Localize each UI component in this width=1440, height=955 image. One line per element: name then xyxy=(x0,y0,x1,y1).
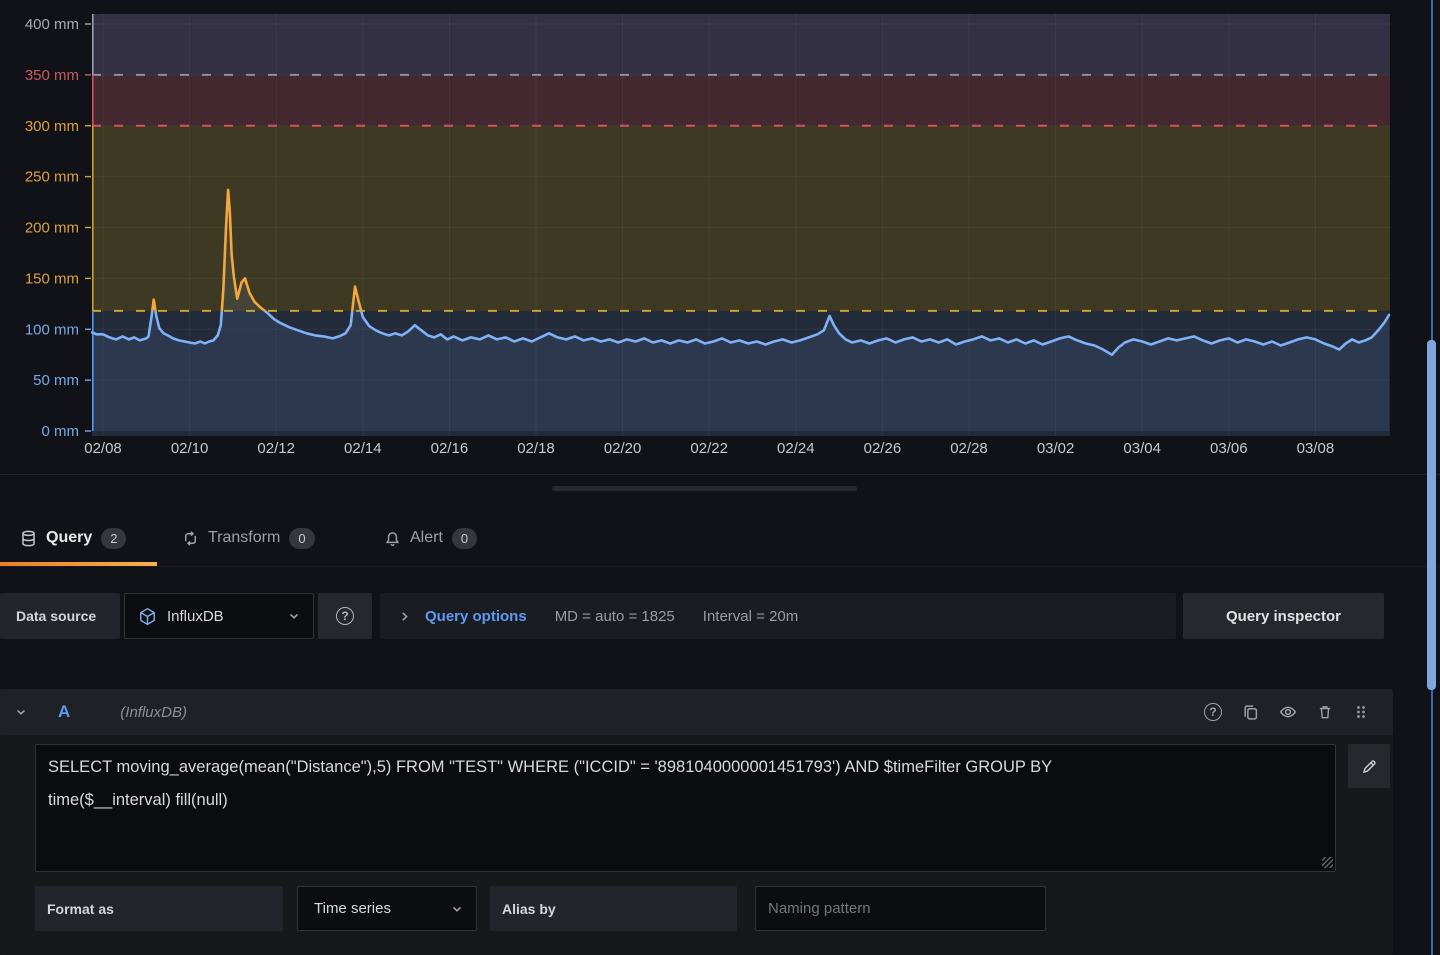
svg-text:400 mm: 400 mm xyxy=(25,16,79,33)
svg-text:02/12: 02/12 xyxy=(257,440,295,457)
tabbar-divider xyxy=(0,566,1440,567)
textarea-resize-corner[interactable] xyxy=(1322,857,1333,868)
svg-text:02/20: 02/20 xyxy=(604,440,642,457)
tab-transform-badge: 0 xyxy=(289,528,314,549)
data-source-label: Data source xyxy=(0,593,120,639)
toggle-visibility-icon[interactable] xyxy=(1279,703,1297,721)
max-data-points-text: MD = auto = 1825 xyxy=(555,608,675,625)
scrollbar-thumb[interactable] xyxy=(1427,340,1436,690)
svg-text:03/04: 03/04 xyxy=(1123,440,1161,457)
naming-pattern-input[interactable] xyxy=(756,887,1045,930)
svg-text:03/02: 03/02 xyxy=(1037,440,1075,457)
collapse-chevron-icon[interactable] xyxy=(14,705,28,719)
svg-text:02/14: 02/14 xyxy=(344,440,382,457)
svg-text:200 mm: 200 mm xyxy=(25,220,79,237)
query-help-icon[interactable]: ? xyxy=(1204,703,1222,721)
svg-text:02/28: 02/28 xyxy=(950,440,988,457)
svg-text:02/18: 02/18 xyxy=(517,440,555,457)
influxdb-logo-icon xyxy=(138,607,157,626)
tab-query[interactable]: Query 2 xyxy=(20,514,126,562)
svg-text:02/10: 02/10 xyxy=(171,440,209,457)
tab-alert-badge: 0 xyxy=(452,528,477,549)
chevron-right-icon[interactable] xyxy=(398,610,411,623)
duplicate-query-icon[interactable] xyxy=(1242,704,1259,721)
svg-text:02/24: 02/24 xyxy=(777,440,815,457)
svg-text:0 mm: 0 mm xyxy=(42,423,80,440)
query-options-bar: Query options MD = auto = 1825 Interval … xyxy=(380,593,1176,639)
tab-transform-label: Transform xyxy=(208,529,280,547)
bell-icon xyxy=(384,530,401,547)
chevron-down-icon xyxy=(287,609,301,623)
query-inspector-button[interactable]: Query inspector xyxy=(1183,593,1384,639)
timeseries-panel: 0 mm 50 mm 100 mm 150 mm 200 mm 250 mm 300 mm 3… xyxy=(0,0,1440,474)
format-as-select[interactable]: Time series xyxy=(297,886,477,931)
pencil-icon xyxy=(1361,758,1378,775)
svg-text:250 mm: 250 mm xyxy=(25,169,79,186)
tab-query-label: Query xyxy=(46,529,92,547)
panel-divider xyxy=(0,474,1440,475)
data-source-value: InfluxDB xyxy=(167,608,224,625)
panel-resize-handle[interactable] xyxy=(552,486,857,491)
chevron-down-icon xyxy=(450,902,464,916)
database-icon xyxy=(20,530,37,547)
svg-text:02/16: 02/16 xyxy=(431,440,469,457)
svg-text:50 mm: 50 mm xyxy=(33,372,79,389)
svg-text:100 mm: 100 mm xyxy=(25,321,79,338)
svg-text:150 mm: 150 mm xyxy=(25,270,79,287)
transform-icon xyxy=(182,530,199,547)
query-sql-editor[interactable]: SELECT moving_average(mean("Distance"),5… xyxy=(35,744,1336,872)
svg-text:02/26: 02/26 xyxy=(864,440,902,457)
grafana-panel-editor: 0 mm 50 mm 100 mm 150 mm 200 mm 250 mm 300 mm 3… xyxy=(0,0,1440,955)
data-source-select[interactable]: InfluxDB xyxy=(124,593,314,639)
query-ref-id: A xyxy=(58,702,70,722)
tab-alert[interactable]: Alert 0 xyxy=(384,514,477,562)
svg-text:03/06: 03/06 xyxy=(1210,440,1248,457)
format-as-label: Format as xyxy=(35,886,283,931)
timeseries-chart[interactable]: 0 mm50 mm100 mm150 mm200 mm250 mm300 mm3… xyxy=(92,14,1390,436)
svg-text:02/08: 02/08 xyxy=(84,440,122,457)
question-circle-icon: ? xyxy=(336,607,354,625)
query-row-header: A (InfluxDB) ? xyxy=(0,689,1393,735)
svg-text:03/08: 03/08 xyxy=(1297,440,1335,457)
query-options-link[interactable]: Query options xyxy=(425,608,527,625)
tab-alert-label: Alert xyxy=(410,529,443,547)
query-datasource-hint: (InfluxDB) xyxy=(120,704,187,721)
interval-text: Interval = 20m xyxy=(703,608,798,625)
tab-query-badge: 2 xyxy=(101,528,126,549)
data-source-help-button[interactable]: ? xyxy=(318,593,372,639)
format-as-value: Time series xyxy=(314,900,391,917)
delete-query-icon[interactable] xyxy=(1317,704,1333,720)
svg-text:300 mm: 300 mm xyxy=(25,118,79,135)
svg-text:350 mm: 350 mm xyxy=(25,67,79,84)
svg-text:02/22: 02/22 xyxy=(690,440,728,457)
alias-by-field[interactable] xyxy=(755,886,1046,931)
tab-transform[interactable]: Transform 0 xyxy=(182,514,315,562)
alias-by-label: Alias by xyxy=(490,886,737,931)
edit-query-button[interactable] xyxy=(1348,744,1390,788)
drag-handle-icon[interactable] xyxy=(1353,704,1369,720)
